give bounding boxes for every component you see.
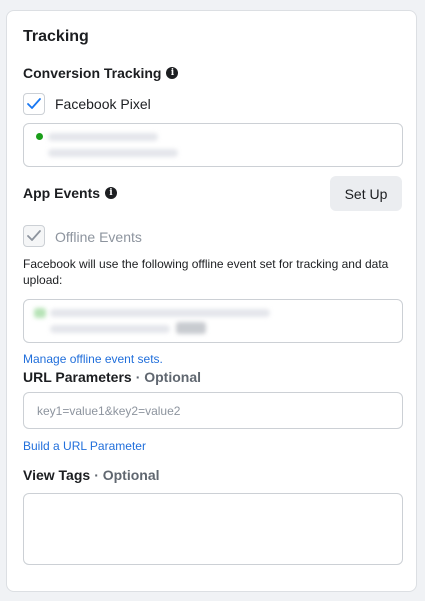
url-parameters-input[interactable]: key1=value1&key2=value2 [23,392,403,429]
redacted-badge [176,322,206,334]
redacted-pixel-id [48,149,178,157]
section-title: Tracking [23,28,89,46]
info-icon[interactable]: i [105,187,117,199]
facebook-pixel-label: Facebook Pixel [55,96,151,112]
redacted-event-set-name [50,309,270,317]
build-url-parameter-link[interactable]: Build a URL Parameter [23,439,146,453]
manage-offline-event-sets-link[interactable]: Manage offline event sets. [23,352,163,366]
view-tags-optional: · Optional [94,467,159,483]
view-tags-text: View Tags [23,467,90,483]
view-tags-label: View Tags · Optional [23,467,160,483]
app-events-text: App Events [23,185,100,201]
url-parameters-optional: · Optional [136,369,201,385]
redacted-status [34,308,46,318]
pixel-selector[interactable] [23,123,403,167]
conversion-tracking-label: Conversion Tracking i [23,65,178,81]
conversion-tracking-text: Conversion Tracking [23,65,161,81]
redacted-event-set-id [50,325,170,333]
facebook-pixel-checkbox[interactable] [23,93,45,115]
view-tags-textarea[interactable] [23,493,403,565]
checkmark-icon [26,229,42,243]
offline-events-description: Facebook will use the following offline … [23,256,403,288]
set-up-button[interactable]: Set Up [330,176,402,211]
info-icon[interactable]: i [166,67,178,79]
url-parameters-label: URL Parameters · Optional [23,369,201,385]
tracking-card: Tracking Conversion Tracking i Facebook … [6,10,417,592]
url-parameters-text: URL Parameters [23,369,132,385]
checkmark-icon [26,97,42,111]
offline-events-checkbox[interactable] [23,225,45,247]
offline-event-set-selector[interactable] [23,299,403,343]
offline-events-label: Offline Events [55,229,142,245]
redacted-pixel-name [48,133,158,141]
app-events-label: App Events i [23,185,117,201]
pixel-status-dot [36,133,43,140]
